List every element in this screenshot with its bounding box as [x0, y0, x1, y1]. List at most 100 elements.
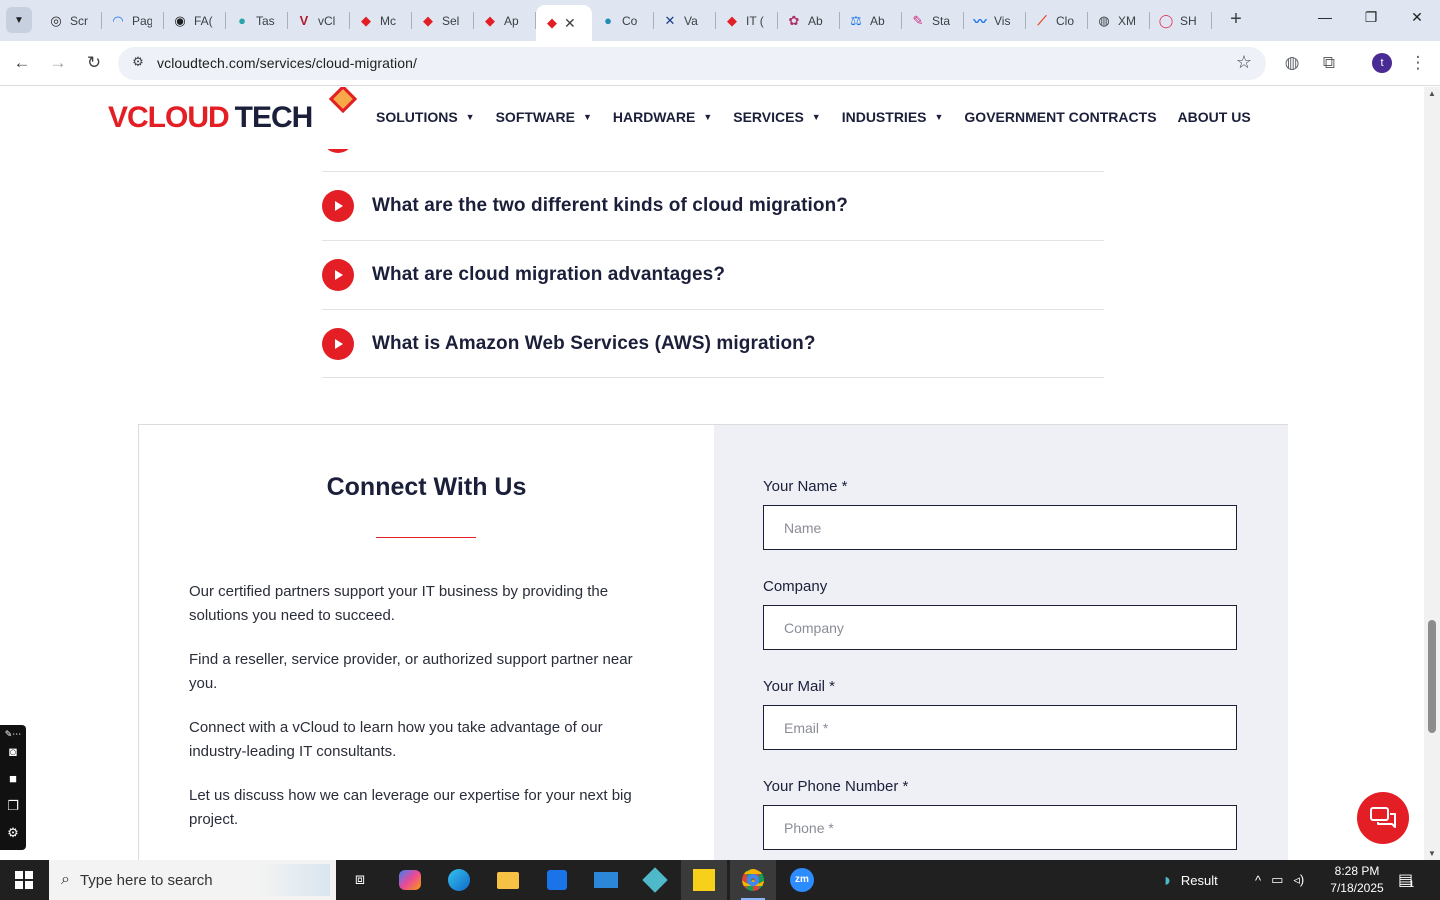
contact-info-panel: Connect With Us Our certified partners s… [139, 425, 714, 860]
tab-search-dropdown-button[interactable]: ▼ [6, 7, 32, 33]
browser-tab[interactable]: ◯ SH [1150, 0, 1212, 41]
chrome-icon[interactable] [730, 860, 776, 900]
edge-icon[interactable] [436, 860, 482, 900]
company-input[interactable] [763, 605, 1237, 650]
browser-tab[interactable]: VvCl [288, 0, 350, 41]
browser-tab[interactable]: ◍ XM [1088, 0, 1150, 41]
browser-tab[interactable]: ◎ Scr [40, 0, 102, 41]
extensions-icon[interactable]: ⧉ [1318, 52, 1340, 74]
tab-title: Scr [70, 13, 88, 28]
browser-tab[interactable]: ⚖ Ab [840, 0, 902, 41]
name-input[interactable] [763, 505, 1237, 550]
browser-tab[interactable]: ◉ FA( [164, 0, 226, 41]
mail-icon[interactable] [583, 860, 629, 900]
minimize-window-button[interactable]: — [1313, 9, 1337, 31]
page-scrollbar[interactable]: ▲ ▼ [1424, 87, 1440, 860]
scroll-down-arrow-icon[interactable]: ▼ [1428, 849, 1436, 858]
tab-favicon-icon: ● [604, 13, 612, 28]
nav-item-software[interactable]: SOFTWARE ▼ [496, 109, 592, 125]
browser-tab[interactable]: ◆ Mc [350, 0, 412, 41]
tab-active[interactable]: ◆ ✕ [536, 5, 592, 41]
browser-menu-icon[interactable]: ⋮ [1407, 52, 1429, 74]
browser-tab[interactable]: ◆ IT ( [716, 0, 778, 41]
new-tab-button[interactable]: + [1224, 8, 1248, 32]
forward-button[interactable]: → [46, 51, 70, 75]
reload-button[interactable]: ↻ [82, 51, 106, 75]
start-button[interactable] [0, 860, 48, 900]
nav-item-government-contracts[interactable]: GOVERNMENT CONTRACTS [964, 109, 1156, 125]
translate-icon[interactable]: ◍ [1281, 52, 1303, 74]
taskbar-clock[interactable]: 8:28 PM 7/18/2025 [1326, 863, 1388, 897]
live-chat-button[interactable] [1357, 792, 1409, 844]
browser-tab[interactable]: ● Co [592, 0, 654, 41]
company-label: Company [763, 578, 828, 595]
nav-item-about-us[interactable]: ABOUT US [1178, 109, 1251, 125]
nav-item-services[interactable]: SERVICES ▼ [733, 109, 820, 125]
profile-avatar[interactable]: t [1372, 53, 1392, 73]
taskbar-search[interactable]: ⌕ Type here to search [49, 860, 336, 900]
bookmark-star-icon[interactable]: ☆ [1236, 52, 1252, 73]
nav-item-solutions[interactable]: SOLUTIONS ▼ [376, 109, 475, 125]
caret-down-icon: ▼ [582, 112, 592, 122]
nav-item-hardware[interactable]: HARDWARE ▼ [613, 109, 712, 125]
browser-tab[interactable]: ✿ Ab [778, 0, 840, 41]
browser-tab[interactable]: ◆ Sel [412, 0, 474, 41]
restore-window-button[interactable]: ❐ [1359, 9, 1383, 31]
tab-title: vCl [318, 13, 336, 28]
site-header: V CLOUD TECH SOLUTIONS ▼ SOFTWARE ▼ HARDWARE ▼ S… [0, 87, 1424, 149]
nav-label: SOLUTIONS [376, 109, 458, 125]
task-view-icon[interactable]: ⧈ [337, 860, 383, 900]
browser-tab[interactable]: ● Tas [226, 0, 288, 41]
scroll-up-arrow-icon[interactable]: ▲ [1428, 89, 1436, 98]
scroll-thumb[interactable] [1428, 620, 1436, 733]
camera-icon[interactable]: ◙ [4, 743, 22, 761]
browser-tab[interactable]: ✕ Va [654, 0, 716, 41]
notification-center[interactable]: ▤ 1 [1398, 860, 1414, 900]
logo-tech: TECH [234, 101, 314, 134]
zoom-icon[interactable]: zm [779, 860, 825, 900]
back-button[interactable]: ← [10, 51, 34, 75]
video-icon[interactable]: ■ [4, 770, 22, 788]
browser-tab[interactable]: ⟋ Clo [1026, 0, 1088, 41]
close-tab-icon[interactable]: ✕ [564, 15, 576, 32]
nav-item-industries[interactable]: INDUSTRIES ▼ [842, 109, 944, 125]
copilot-icon[interactable] [387, 860, 433, 900]
tray-overflow-icon[interactable]: ^ [1255, 873, 1261, 888]
close-window-button[interactable]: ✕ [1405, 9, 1429, 31]
app-icon[interactable] [632, 860, 678, 900]
phone-input[interactable] [763, 805, 1237, 850]
system-tray: ^ ▭ ◃) [1255, 860, 1304, 900]
layers-icon[interactable]: ❐ [4, 797, 22, 815]
url-text[interactable]: vcloudtech.com/services/cloud-migration/ [157, 55, 417, 71]
volume-icon[interactable]: ◃) [1293, 872, 1304, 888]
clock-date: 7/18/2025 [1330, 881, 1384, 895]
faq-item[interactable]: What is Amazon Web Services (AWS) migrat… [322, 309, 1104, 378]
main-navigation: SOLUTIONS ▼ SOFTWARE ▼ HARDWARE ▼ SERVICES ▼ IND… [376, 109, 1272, 125]
contact-paragraph: Let us discuss how we can leverage our e… [189, 787, 632, 828]
faq-item[interactable]: What are the two different kinds of clou… [322, 171, 1104, 240]
email-input[interactable] [763, 705, 1237, 750]
tab-favicon-icon: ◆ [485, 12, 495, 28]
browser-tab[interactable]: ◆ Ap [474, 0, 536, 41]
tab-title: Ab [808, 13, 823, 28]
browser-tab[interactable]: ◠ Pag [102, 0, 164, 41]
nav-label: ABOUT US [1177, 109, 1251, 125]
pen-icon[interactable]: ✎⋯ [4, 725, 22, 743]
windows-logo-icon [15, 871, 33, 889]
site-info-icon[interactable]: ⚙ [128, 54, 148, 74]
site-logo[interactable]: V CLOUD TECH [108, 101, 314, 135]
browser-tab[interactable]: ✎ Sta [902, 0, 964, 41]
network-icon[interactable]: ▭ [1271, 872, 1283, 888]
file-explorer-icon[interactable] [485, 860, 531, 900]
address-bar[interactable]: ⚙ vcloudtech.com/services/cloud-migratio… [118, 47, 1266, 80]
nav-label: HARDWARE [612, 109, 696, 125]
tab-title: Ab [870, 13, 885, 28]
faq-item[interactable]: What are cloud migration advantages? [322, 240, 1104, 309]
sticky-notes-icon[interactable] [681, 860, 727, 900]
weather-widget[interactable]: ◗ Result [1162, 860, 1218, 900]
settings-gear-icon[interactable]: ⚙ [4, 824, 22, 842]
browser-tab[interactable]: 〰 Vis [964, 0, 1026, 41]
tab-favicon-icon: ◠ [113, 12, 123, 28]
microsoft-store-icon[interactable] [534, 860, 580, 900]
caret-down-icon: ▼ [465, 112, 475, 122]
